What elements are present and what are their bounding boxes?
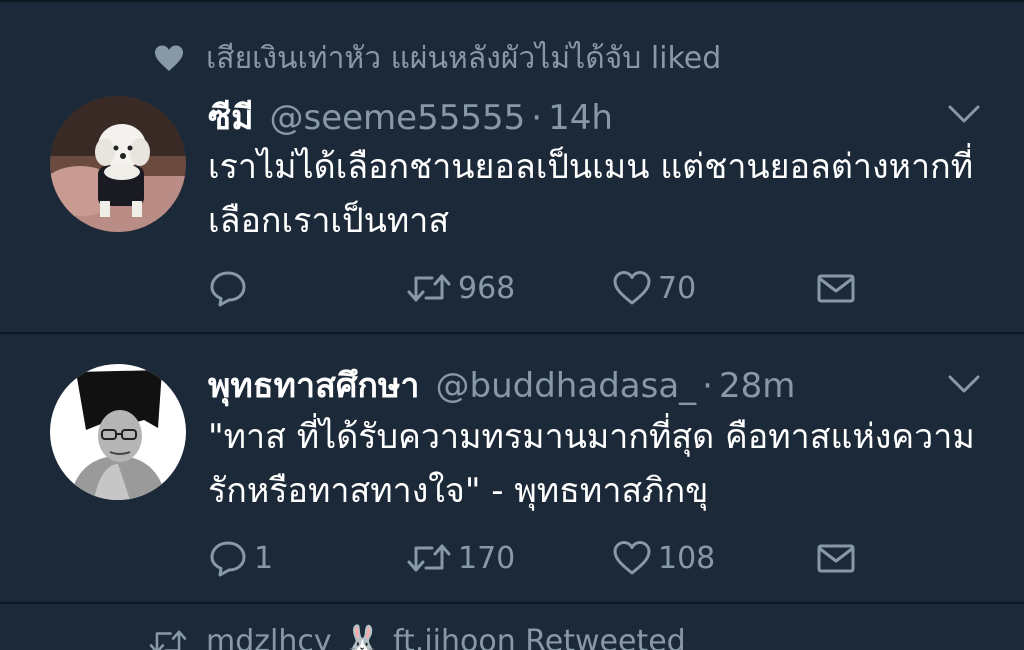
tweet-card[interactable]: พุทธทาสศึกษา @buddhadasa_ · 28m "ทาส ที่…: [0, 334, 1024, 602]
avatar[interactable]: [50, 96, 186, 232]
envelope-icon: [816, 268, 856, 308]
tweet-header: ซีมี @seeme55555 · 14h: [208, 90, 613, 138]
retweet-button[interactable]: 968: [406, 266, 515, 310]
tweet-text: เราไม่ได้เลือกชานยอลเป็นเมน แต่ชานยอลต่า…: [208, 147, 974, 241]
user-handle[interactable]: @buddhadasa_: [436, 366, 697, 406]
display-name[interactable]: ซีมี: [208, 90, 254, 144]
like-count: 108: [658, 540, 716, 576]
tweet-card[interactable]: เสียเงินเท่าหัว แผ่นหลังผัวไม่ได้จับ lik…: [0, 2, 1024, 332]
reply-icon: [208, 538, 248, 578]
chevron-down-icon[interactable]: [946, 372, 982, 396]
retweet-icon: [406, 538, 452, 578]
envelope-icon: [816, 538, 856, 578]
like-count: 70: [658, 270, 697, 306]
tweet-separator: [0, 602, 1024, 604]
tweet-timestamp[interactable]: 28m: [719, 366, 795, 406]
tweet-text: "ทาส ที่ได้รับความทรมานมากที่สุด คือทาสแ…: [208, 417, 975, 511]
avatar-dog-image: [50, 96, 186, 232]
reply-icon: [208, 268, 248, 308]
tweet-header: พุทธทาสศึกษา @buddhadasa_ · 28m: [208, 358, 795, 406]
timeline: เสียเงินเท่าหัว แผ่นหลังผัวไม่ได้จับ lik…: [0, 0, 1024, 650]
tweet-actions: 968 70: [208, 266, 868, 310]
tweet-actions: 1 170 108: [208, 536, 868, 580]
avatar-monk-image: [50, 364, 186, 500]
time-separator: ·: [531, 98, 543, 138]
time-separator: ·: [702, 366, 713, 406]
social-context-text: เสียเงินเท่าหัว แผ่นหลังผัวไม่ได้จับ lik…: [206, 40, 722, 76]
next-social-context: mdzlhcy 🐰 ft.jihoon Retweeted: [148, 624, 686, 650]
heart-icon: [152, 41, 186, 75]
social-context: เสียเงินเท่าหัว แผ่นหลังผัวไม่ได้จับ lik…: [152, 36, 721, 80]
display-name[interactable]: พุทธทาสศึกษา: [208, 358, 420, 412]
avatar[interactable]: [50, 364, 186, 500]
direct-message-button[interactable]: [816, 536, 856, 580]
reply-count: 1: [254, 540, 274, 576]
retweeter-name[interactable]: mdzlhcy: [206, 624, 332, 650]
like-button[interactable]: 70: [612, 266, 696, 310]
retweet-icon: [406, 268, 452, 308]
chevron-down-icon[interactable]: [946, 102, 982, 126]
heart-outline-icon: [612, 538, 652, 578]
tweet-timestamp[interactable]: 14h: [548, 98, 613, 138]
retweet-button[interactable]: 170: [406, 536, 515, 580]
bunny-emoji: 🐰: [343, 624, 381, 650]
heart-outline-icon: [612, 268, 652, 308]
direct-message-button[interactable]: [816, 266, 856, 310]
reply-button[interactable]: [208, 266, 254, 310]
retweet-count: 968: [458, 270, 516, 306]
like-button[interactable]: 108: [612, 536, 715, 580]
retweet-icon: [148, 625, 188, 650]
user-handle[interactable]: @seeme55555: [270, 98, 526, 138]
reply-button[interactable]: 1: [208, 536, 273, 580]
retweet-count: 170: [458, 540, 516, 576]
retweeted-label: ft.jihoon Retweeted: [392, 624, 686, 650]
